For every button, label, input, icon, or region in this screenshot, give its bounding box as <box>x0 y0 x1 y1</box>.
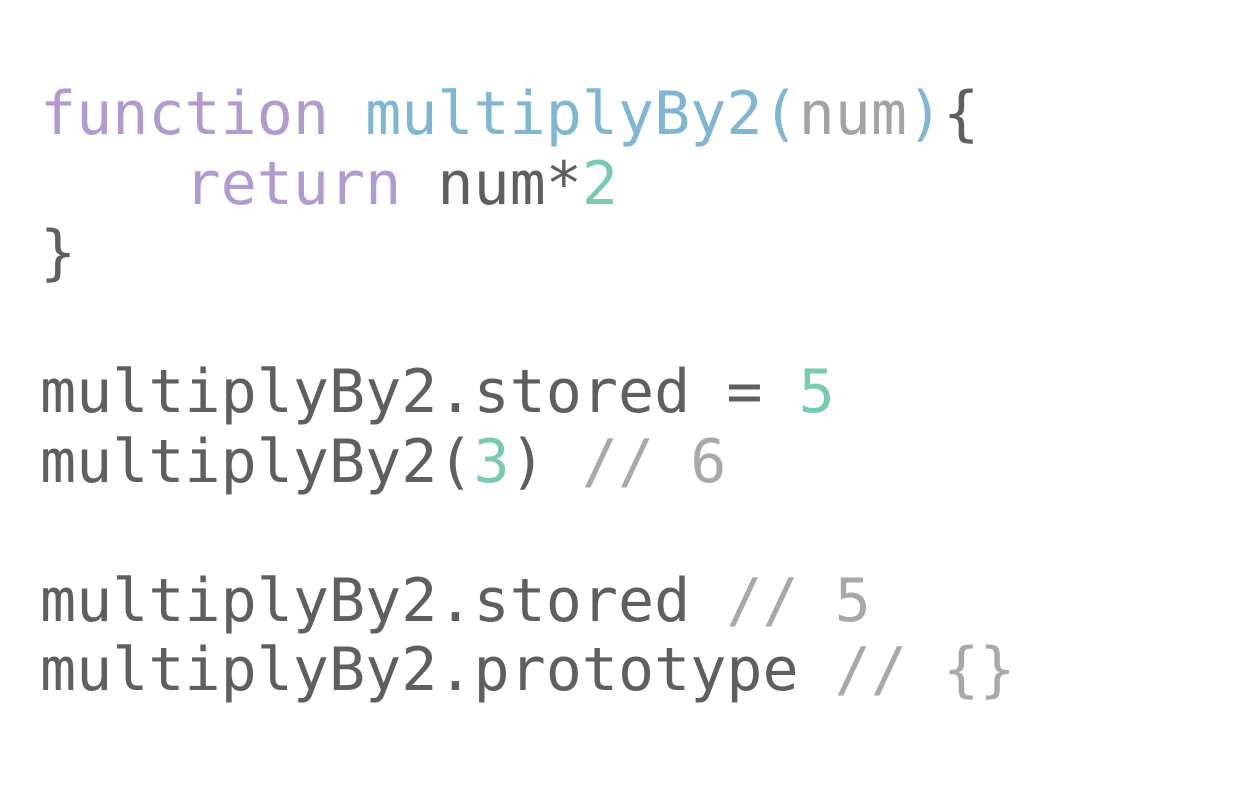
comment: // {} <box>834 635 1016 705</box>
code-line-read-prototype: multiplyBy2.prototype // {} <box>40 635 1016 706</box>
code-line-call: multiplyBy2(3) // 6 <box>40 426 1015 498</box>
code-block: function multiplyBy2(num){ return num*2}… <box>40 79 1016 706</box>
code-line-function-declaration: function multiplyBy2(num){ <box>40 79 1015 150</box>
property-access: multiplyBy2.prototype <box>40 635 835 705</box>
return-expression: num* <box>401 148 582 219</box>
number-literal: 3 <box>473 426 510 497</box>
function-parameter: num <box>798 79 907 149</box>
code-line-return: return num*2 <box>40 148 1015 220</box>
code-line-assign-stored: multiplyBy2.stored = 5 <box>40 357 1015 428</box>
keyword-return: return <box>184 148 402 219</box>
comment: // 5 <box>726 565 871 636</box>
brace-open: { <box>943 79 980 149</box>
paren-close: ) <box>906 79 944 149</box>
call-open: multiplyBy2( <box>40 426 474 497</box>
call-close: ) <box>509 426 582 497</box>
code-line-closing-brace: } <box>40 218 1015 289</box>
number-literal: 2 <box>581 148 618 219</box>
function-name: multiplyBy2( <box>365 79 799 149</box>
code-line-read-stored: multiplyBy2.stored // 5 <box>40 565 1015 637</box>
comment: // 6 <box>581 426 727 497</box>
property-access: multiplyBy2.stored <box>40 565 727 636</box>
brace-close: } <box>40 218 77 288</box>
number-literal: 5 <box>798 357 835 427</box>
keyword-function: function <box>40 79 329 149</box>
assignment-statement: multiplyBy2.stored = <box>40 357 799 427</box>
